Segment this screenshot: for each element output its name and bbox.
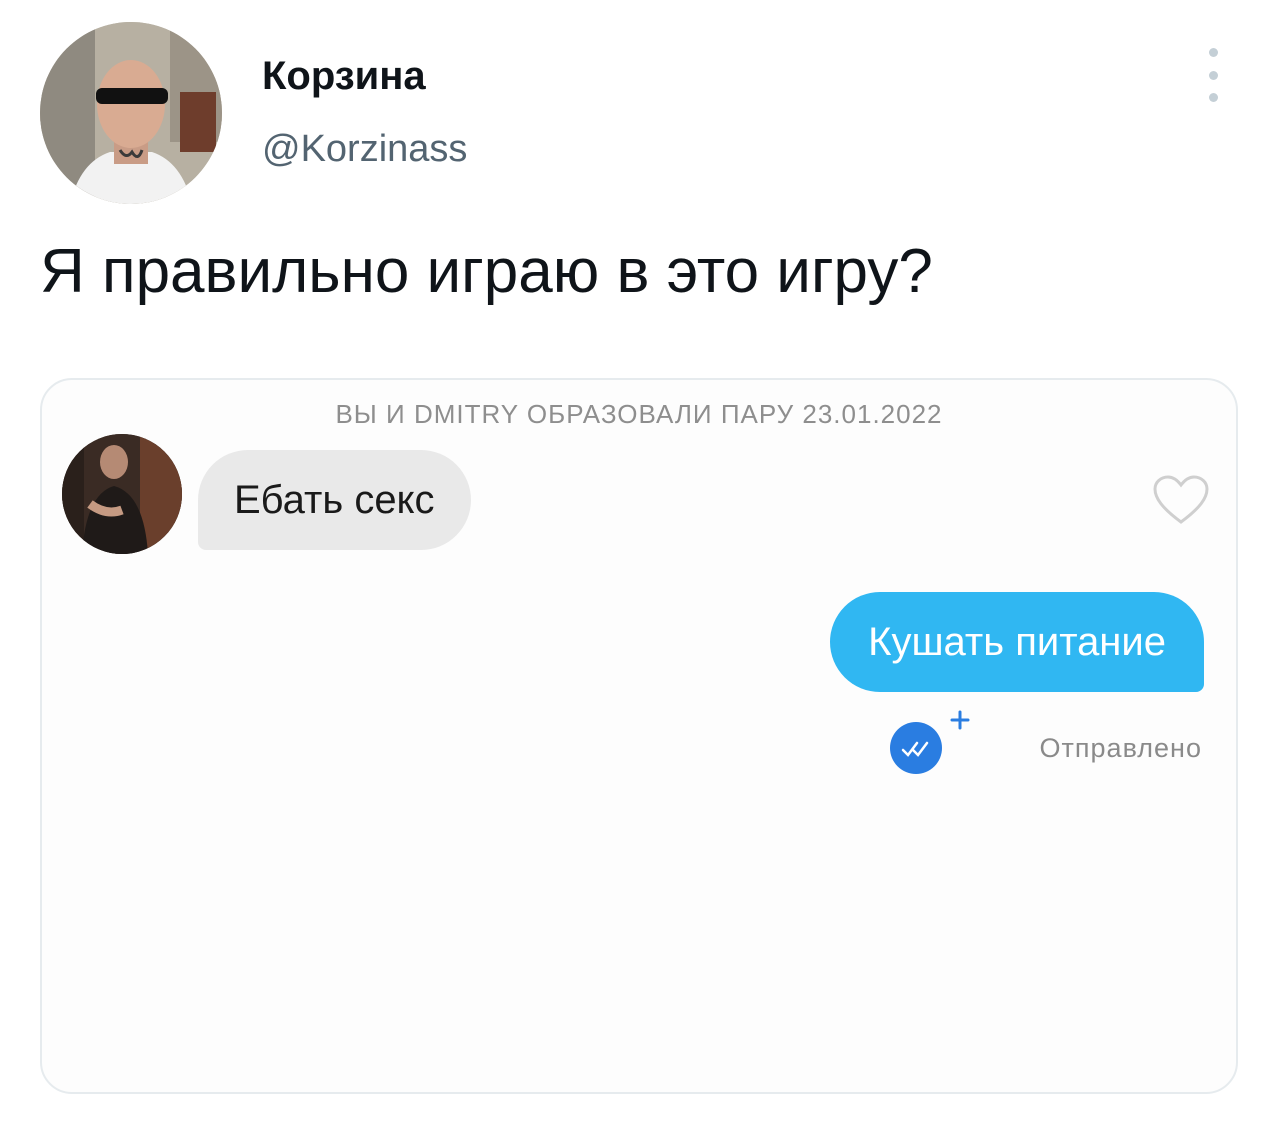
- outgoing-message-bubble: Кушать питание: [830, 592, 1204, 692]
- heart-outline-icon[interactable]: [1152, 474, 1210, 526]
- more-dot: [1208, 48, 1218, 57]
- match-avatar: [62, 434, 182, 554]
- more-dot: [1208, 70, 1218, 80]
- author-display-name[interactable]: Корзина: [262, 52, 426, 100]
- tweet-text: Я правильно играю в это игру?: [40, 237, 933, 306]
- incoming-message-bubble: Ебать секс: [198, 450, 471, 550]
- double-check-badge-icon: [890, 710, 970, 774]
- more-dot: [1208, 93, 1218, 102]
- author-handle[interactable]: @Korzinass: [262, 126, 467, 172]
- match-banner: ВЫ И DMITRY ОБРАЗОВАЛИ ПАРУ 23.01.2022: [335, 399, 943, 429]
- tweet-media-image[interactable]: ВЫ И DMITRY ОБРАЗОВАЛИ ПАРУ 23.01.2022 Е…: [40, 378, 1238, 1094]
- author-avatar[interactable]: [40, 22, 222, 204]
- more-options-icon[interactable]: [1196, 48, 1230, 102]
- message-status: Отправлено: [1039, 733, 1202, 763]
